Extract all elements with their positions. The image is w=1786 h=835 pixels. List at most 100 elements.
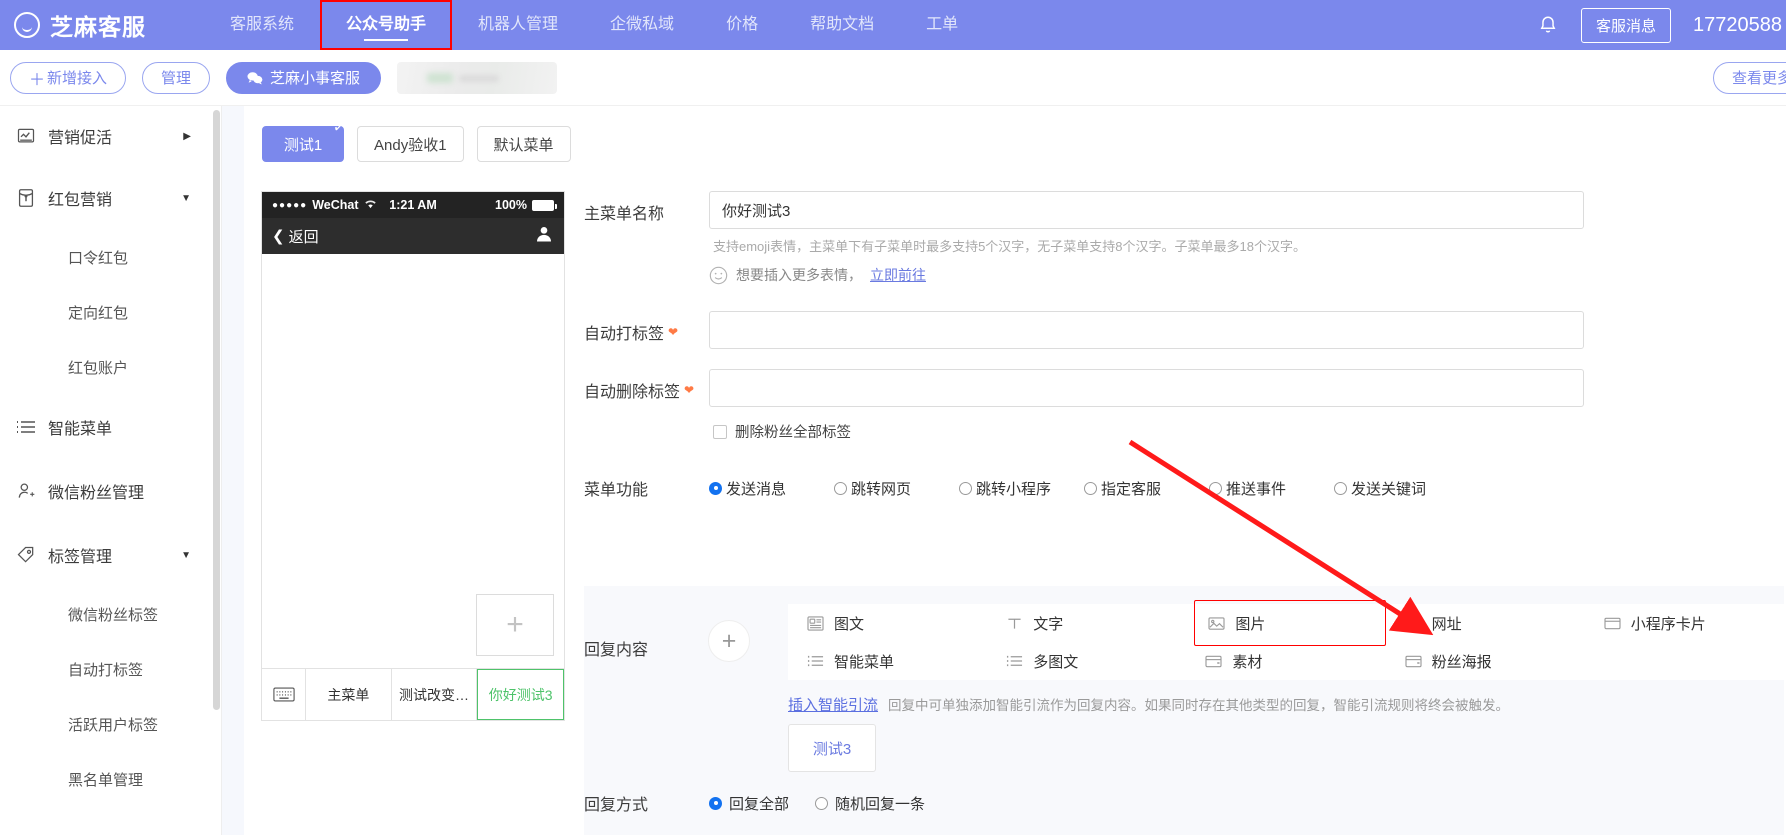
main-menu-name-input[interactable] — [709, 191, 1584, 229]
phone-menu-cell-selected[interactable]: 你好测试3 — [477, 669, 565, 720]
reply-type-article[interactable]: 图文 — [788, 604, 987, 642]
reply-content-label: 回复内容 — [584, 642, 649, 659]
delete-all-tags-checkbox[interactable] — [713, 424, 727, 439]
sidebar-item-marketing[interactable]: 营销促活 ▶ — [0, 106, 221, 166]
insert-smart-flow-link[interactable]: 插入智能引流 — [788, 694, 878, 715]
phone-battery: 100% — [495, 198, 557, 212]
phone-add-slot[interactable]: + — [476, 594, 554, 656]
auto-delete-tag-label-text: 自动删除标签 — [584, 384, 681, 401]
reply-type-fan-poster[interactable]: 粉丝海报 — [1386, 642, 1585, 680]
radio-push-event[interactable]: 推送事件 — [1209, 478, 1334, 499]
phone-preview: ●●●●● WeChat 1:21 AM 100% ❮ 返回 + 主菜单 测试改… — [261, 191, 565, 721]
sidebar-subitem-targeted-redpacket[interactable]: 定向红包 — [0, 285, 221, 340]
reply-type-multi-article[interactable]: 多图文 — [987, 642, 1186, 680]
material-icon — [1204, 653, 1223, 670]
reply-type-miniprogram-card[interactable]: 小程序卡片 — [1585, 604, 1784, 642]
sidebar-scrollbar[interactable] — [213, 110, 220, 710]
nav-item-help-docs[interactable]: 帮助文档 — [784, 0, 900, 50]
phone-back-button[interactable]: ❮ 返回 — [272, 226, 319, 247]
tag-icon — [16, 545, 42, 565]
nav-item-pricing[interactable]: 价格 — [700, 0, 784, 50]
article-icon — [806, 615, 825, 632]
envelope-icon — [16, 187, 42, 209]
radio-label: 推送事件 — [1226, 480, 1287, 498]
chart-icon — [16, 126, 42, 146]
reply-type-label: 智能菜单 — [834, 653, 895, 671]
reply-type-material[interactable]: 素材 — [1186, 642, 1385, 680]
emoji-hint-text: 想要插入更多表情， — [736, 267, 862, 283]
menu-tab-default[interactable]: 默认菜单 — [476, 126, 571, 162]
account-phone-number[interactable]: 17720588 — [1693, 14, 1782, 37]
emoji-goto-link[interactable]: 立即前往 — [870, 265, 926, 285]
sidebar-subitem-active-user-tag[interactable]: 活跃用户标签 — [0, 697, 221, 752]
reply-type-url[interactable]: 网址 — [1386, 604, 1585, 642]
sidebar-item-smart-menu[interactable]: 智能菜单 — [0, 395, 221, 459]
miniprogram-card-icon — [1603, 615, 1622, 632]
customer-service-message-button[interactable]: 客服消息 — [1581, 7, 1672, 43]
wechat-icon — [247, 71, 263, 85]
sidebar-subitem-fan-tags[interactable]: 微信粉丝标签 — [0, 587, 221, 642]
reply-type-text[interactable]: 文字 — [987, 604, 1186, 642]
phone-menu-cell[interactable]: 主菜单 — [306, 669, 392, 720]
reply-type-smart-menu[interactable]: 智能菜单 — [788, 642, 987, 680]
reply-item-chip[interactable]: 测试3 — [788, 724, 876, 772]
nav-item-tickets[interactable]: 工单 — [900, 0, 984, 50]
sidebar-subitem-blacklist[interactable]: 黑名单管理 — [0, 752, 221, 807]
account-tab-zhima[interactable]: 芝麻小事客服 — [226, 61, 382, 94]
sidebar-item-tag-management[interactable]: 标签管理 ▼ — [0, 523, 221, 587]
add-account-button[interactable]: 新增接入 — [10, 61, 127, 94]
radio-open-webpage[interactable]: 跳转网页 — [834, 478, 959, 499]
menu-tab-label: 测试1 — [283, 136, 323, 154]
radio-label: 随机回复一条 — [835, 795, 926, 813]
smart-flow-description: 回复中可单独添加智能引流作为回复内容。如果同时存在其他类型的回复，智能引流规则将… — [888, 698, 1510, 713]
sidebar-item-redpacket[interactable]: 红包营销 ▼ — [0, 166, 221, 230]
nav-item-robot-management[interactable]: 机器人管理 — [452, 0, 584, 50]
sidebar-subitem-auto-tag[interactable]: 自动打标签 — [0, 642, 221, 697]
heart-icon: ❤ — [668, 325, 679, 339]
bell-icon[interactable] — [1537, 14, 1559, 36]
sidebar-subitem-command-redpacket[interactable]: 口令红包 — [0, 230, 221, 285]
battery-percent: 100% — [495, 198, 527, 212]
blurred-account-chip[interactable] — [397, 61, 558, 94]
brand-name: 芝麻客服 — [50, 14, 146, 40]
menu-tab-list: 测试1 ✓ Andy验收1 默认菜单 — [262, 118, 571, 162]
chevron-down-icon: ▼ — [181, 192, 191, 204]
menu-function-row: 菜单功能 发送消息 跳转网页 跳转小程序 指定客服 推送事件 发送关键词 — [584, 476, 1784, 500]
manage-button[interactable]: 管理 — [142, 61, 211, 94]
radio-reply-all[interactable]: 回复全部 — [709, 793, 789, 814]
delete-all-tags-row[interactable]: 删除粉丝全部标签 — [713, 421, 1784, 442]
keyboard-icon[interactable] — [262, 669, 306, 720]
add-reply-button[interactable]: + — [708, 620, 750, 662]
nav-item-kefu-system[interactable]: 客服系统 — [204, 0, 320, 50]
menu-tab-andy[interactable]: Andy验收1 — [357, 126, 464, 162]
brand-logo[interactable]: 芝麻客服 — [14, 8, 204, 42]
radio-dot — [1334, 481, 1347, 495]
radio-assign-agent[interactable]: 指定客服 — [1084, 478, 1209, 499]
radio-dot — [834, 481, 847, 495]
sidebar-subitem-redpacket-account[interactable]: 红包账户 — [0, 340, 221, 395]
radio-dot — [1209, 481, 1222, 495]
auto-tag-input[interactable] — [709, 311, 1584, 349]
signal-dots-icon: ●●●●● — [272, 199, 308, 211]
nav-item-enterprise-wechat[interactable]: 企微私域 — [584, 0, 700, 50]
contact-icon[interactable] — [534, 224, 554, 248]
radio-open-miniprogram[interactable]: 跳转小程序 — [959, 478, 1084, 499]
radio-reply-random[interactable]: 随机回复一条 — [815, 793, 925, 814]
phone-carrier: ●●●●● WeChat — [272, 198, 377, 212]
sidebar-item-fan-management[interactable]: 微信粉丝管理 — [0, 459, 221, 523]
check-icon: ✓ — [332, 118, 348, 137]
left-sidebar: 营销促活 ▶ 红包营销 ▼ 口令红包 定向红包 红包账户 智能菜单 微信粉丝管理… — [0, 106, 222, 835]
sidebar-item-label: 标签管理 — [48, 549, 113, 566]
nav-item-official-account-assistant[interactable]: 公众号助手 — [320, 0, 453, 50]
phone-menu-cell[interactable]: 测试改变… — [392, 669, 478, 720]
radio-send-message[interactable]: 发送消息 — [709, 478, 834, 499]
radio-label: 跳转小程序 — [976, 480, 1052, 498]
radio-send-keyword[interactable]: 发送关键词 — [1334, 478, 1459, 499]
view-more-button[interactable]: 查看更多（ — [1712, 61, 1786, 94]
wifi-icon — [364, 198, 377, 212]
menu-tab-test1[interactable]: 测试1 ✓ — [262, 118, 347, 162]
radio-dot — [1084, 481, 1097, 495]
auto-delete-tag-input[interactable] — [709, 369, 1584, 407]
content-rail-gap — [222, 106, 244, 835]
reply-type-image[interactable]: 图片 — [1194, 600, 1386, 646]
